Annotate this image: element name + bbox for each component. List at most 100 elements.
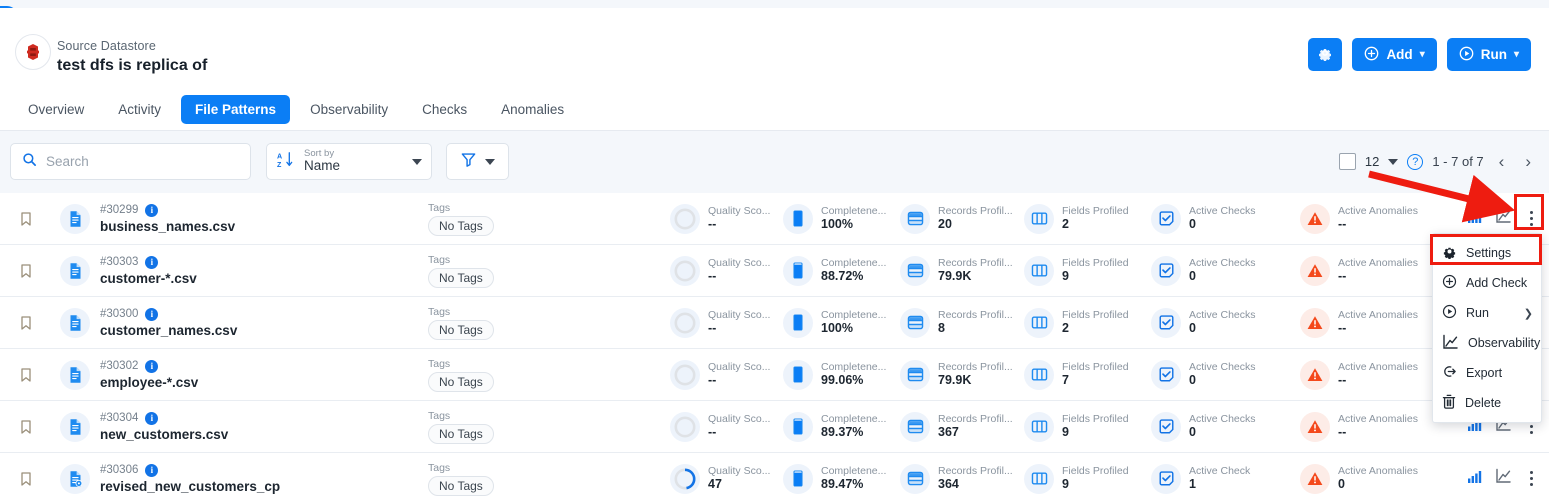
completeness-value: 100% — [821, 217, 853, 232]
file-type-icon — [52, 307, 98, 338]
run-button[interactable]: Run ▾ — [1446, 38, 1531, 71]
file-pattern-name: new_customers.csv — [100, 426, 229, 442]
active-anomalies-metric: Active Anomalies 0 — [1300, 463, 1430, 494]
records-profiled-metric: Records Profil... 79.9K — [900, 359, 1013, 390]
more-vertical-icon[interactable] — [1524, 207, 1540, 231]
filter-button[interactable] — [446, 143, 509, 180]
table-row[interactable]: #30300 i customer_names.csv Tags No Tags Qual… — [0, 297, 1549, 349]
file-name-cell: #30302 i employee-*.csv — [98, 359, 428, 390]
bookmark-icon[interactable] — [0, 419, 52, 435]
tag-pill[interactable]: No Tags — [428, 423, 494, 444]
question-circle-icon[interactable]: ? — [1407, 153, 1424, 170]
records-profiled-value: 79.9K — [938, 373, 972, 388]
file-name-cell: #30303 i customer-*.csv — [98, 255, 428, 286]
active-checks-label: Active Checks — [1189, 361, 1256, 374]
add-button[interactable]: Add ▾ — [1352, 38, 1437, 71]
bookmark-icon[interactable] — [0, 211, 52, 227]
bookmark-icon[interactable] — [0, 315, 52, 331]
completeness-bar-icon — [783, 463, 813, 494]
menu-item-run[interactable]: Run ❯ — [1433, 298, 1541, 328]
datastore-icon — [15, 34, 51, 70]
info-icon[interactable]: i — [145, 411, 159, 425]
info-icon[interactable]: i — [145, 255, 159, 269]
page-size-value[interactable]: 12 — [1365, 154, 1379, 169]
completeness-metric: Completene... 99.06% — [783, 359, 895, 390]
table-row[interactable]: #30302 i employee-*.csv Tags No Tags Quality … — [0, 349, 1549, 401]
tab-anomalies[interactable]: Anomalies — [487, 95, 578, 124]
menu-item-add-check[interactable]: Add Check — [1433, 268, 1541, 298]
settings-button[interactable] — [1308, 38, 1343, 71]
records-profiled-value: 367 — [938, 425, 959, 440]
records-profiled-value: 364 — [938, 477, 959, 492]
checks-icon — [1151, 411, 1181, 442]
anomaly-warning-icon — [1300, 255, 1330, 286]
menu-item-label: Run — [1466, 306, 1489, 320]
menu-item-settings[interactable]: Settings — [1433, 238, 1541, 268]
tab-file-patterns[interactable]: File Patterns — [181, 95, 291, 124]
active-checks-value: 0 — [1189, 425, 1196, 440]
completeness-label: Completene... — [821, 309, 887, 322]
toolbar: Search A Z Sort by Name 12 ? 1 - 7 of 7 … — [0, 131, 1549, 193]
svg-text:A: A — [277, 152, 282, 160]
line-chart-icon[interactable] — [1495, 208, 1512, 229]
page-header: Source Datastore test dfs is replica of … — [0, 8, 1549, 88]
prev-page-button[interactable]: ‹ — [1493, 152, 1511, 172]
play-circle-icon — [1459, 46, 1474, 64]
chevron-down-icon[interactable] — [1388, 158, 1399, 165]
fields-profiled-metric: Fields Profiled 7 — [1024, 359, 1132, 390]
tab-activity[interactable]: Activity — [104, 95, 175, 124]
next-page-button[interactable]: › — [1519, 152, 1537, 172]
fields-profiled-metric: Fields Profiled 9 — [1024, 255, 1132, 286]
file-type-icon — [52, 411, 98, 442]
sort-by-select[interactable]: A Z Sort by Name — [266, 143, 432, 180]
bookmark-icon[interactable] — [0, 471, 52, 487]
bookmark-icon[interactable] — [0, 263, 52, 279]
info-icon[interactable]: i — [145, 307, 159, 321]
bar-chart-icon[interactable] — [1467, 469, 1483, 489]
more-vertical-icon[interactable] — [1524, 467, 1540, 491]
line-chart-icon — [1442, 334, 1459, 353]
table-row[interactable]: #30299 i business_names.csv Tags No Tags Qual… — [0, 193, 1549, 245]
bookmark-icon[interactable] — [0, 367, 52, 383]
file-name-cell: #30304 i new_customers.csv — [98, 411, 428, 442]
active-anomalies-metric: Active Anomalies -- — [1300, 203, 1430, 234]
fields-profiled-metric: Fields Profiled 2 — [1024, 307, 1132, 338]
menu-item-observability[interactable]: Observability — [1433, 328, 1541, 358]
tab-checks[interactable]: Checks — [408, 95, 481, 124]
tag-pill[interactable]: No Tags — [428, 371, 494, 392]
active-checks-metric: Active Checks 0 — [1151, 411, 1256, 442]
fields-profiled-label: Fields Profiled — [1062, 309, 1129, 322]
table-row[interactable]: #30303 i customer-*.csv Tags No Tags Quality … — [0, 245, 1549, 297]
fields-icon — [1024, 463, 1054, 494]
info-icon[interactable]: i — [145, 463, 159, 477]
table-row[interactable]: #30304 i new_customers.csv Tags No Tags Quali… — [0, 401, 1549, 453]
search-input[interactable]: Search — [10, 143, 251, 180]
tag-pill[interactable]: No Tags — [428, 475, 494, 496]
file-pattern-name: revised_new_customers_cp — [100, 478, 281, 494]
sort-by-text: Sort by Name — [304, 149, 403, 173]
info-icon[interactable]: i — [145, 359, 159, 373]
bar-chart-icon[interactable] — [1467, 209, 1483, 229]
table-row[interactable]: #30306 i revised_new_customers_cp Tags No Ta… — [0, 453, 1549, 504]
active-checks-label: Active Checks — [1189, 309, 1256, 322]
completeness-value: 89.47% — [821, 477, 864, 492]
chevron-right-icon: ❯ — [1523, 307, 1533, 320]
tab-overview[interactable]: Overview — [14, 95, 98, 124]
menu-item-delete[interactable]: Delete — [1433, 388, 1541, 418]
tag-pill[interactable]: No Tags — [428, 319, 494, 340]
quality-score-label: Quality Sco... — [708, 361, 771, 374]
row-context-menu[interactable]: Settings Add Check Run ❯ Observability Export… — [1432, 233, 1542, 423]
tag-pill[interactable]: No Tags — [428, 267, 494, 288]
fields-icon — [1024, 255, 1054, 286]
tags-cell: Tags No Tags — [428, 358, 588, 392]
info-icon[interactable]: i — [145, 203, 159, 217]
active-anomalies-metric: Active Anomalies -- — [1300, 255, 1430, 286]
fields-profiled-label: Fields Profiled — [1062, 361, 1129, 374]
menu-item-export[interactable]: Export — [1433, 358, 1541, 388]
tab-observability[interactable]: Observability — [296, 95, 402, 124]
line-chart-icon[interactable] — [1495, 468, 1512, 489]
tag-pill[interactable]: No Tags — [428, 215, 494, 236]
select-all-checkbox[interactable] — [1338, 153, 1356, 170]
active-anomalies-label: Active Anomalies — [1338, 465, 1418, 478]
fields-profiled-label: Fields Profiled — [1062, 413, 1129, 426]
